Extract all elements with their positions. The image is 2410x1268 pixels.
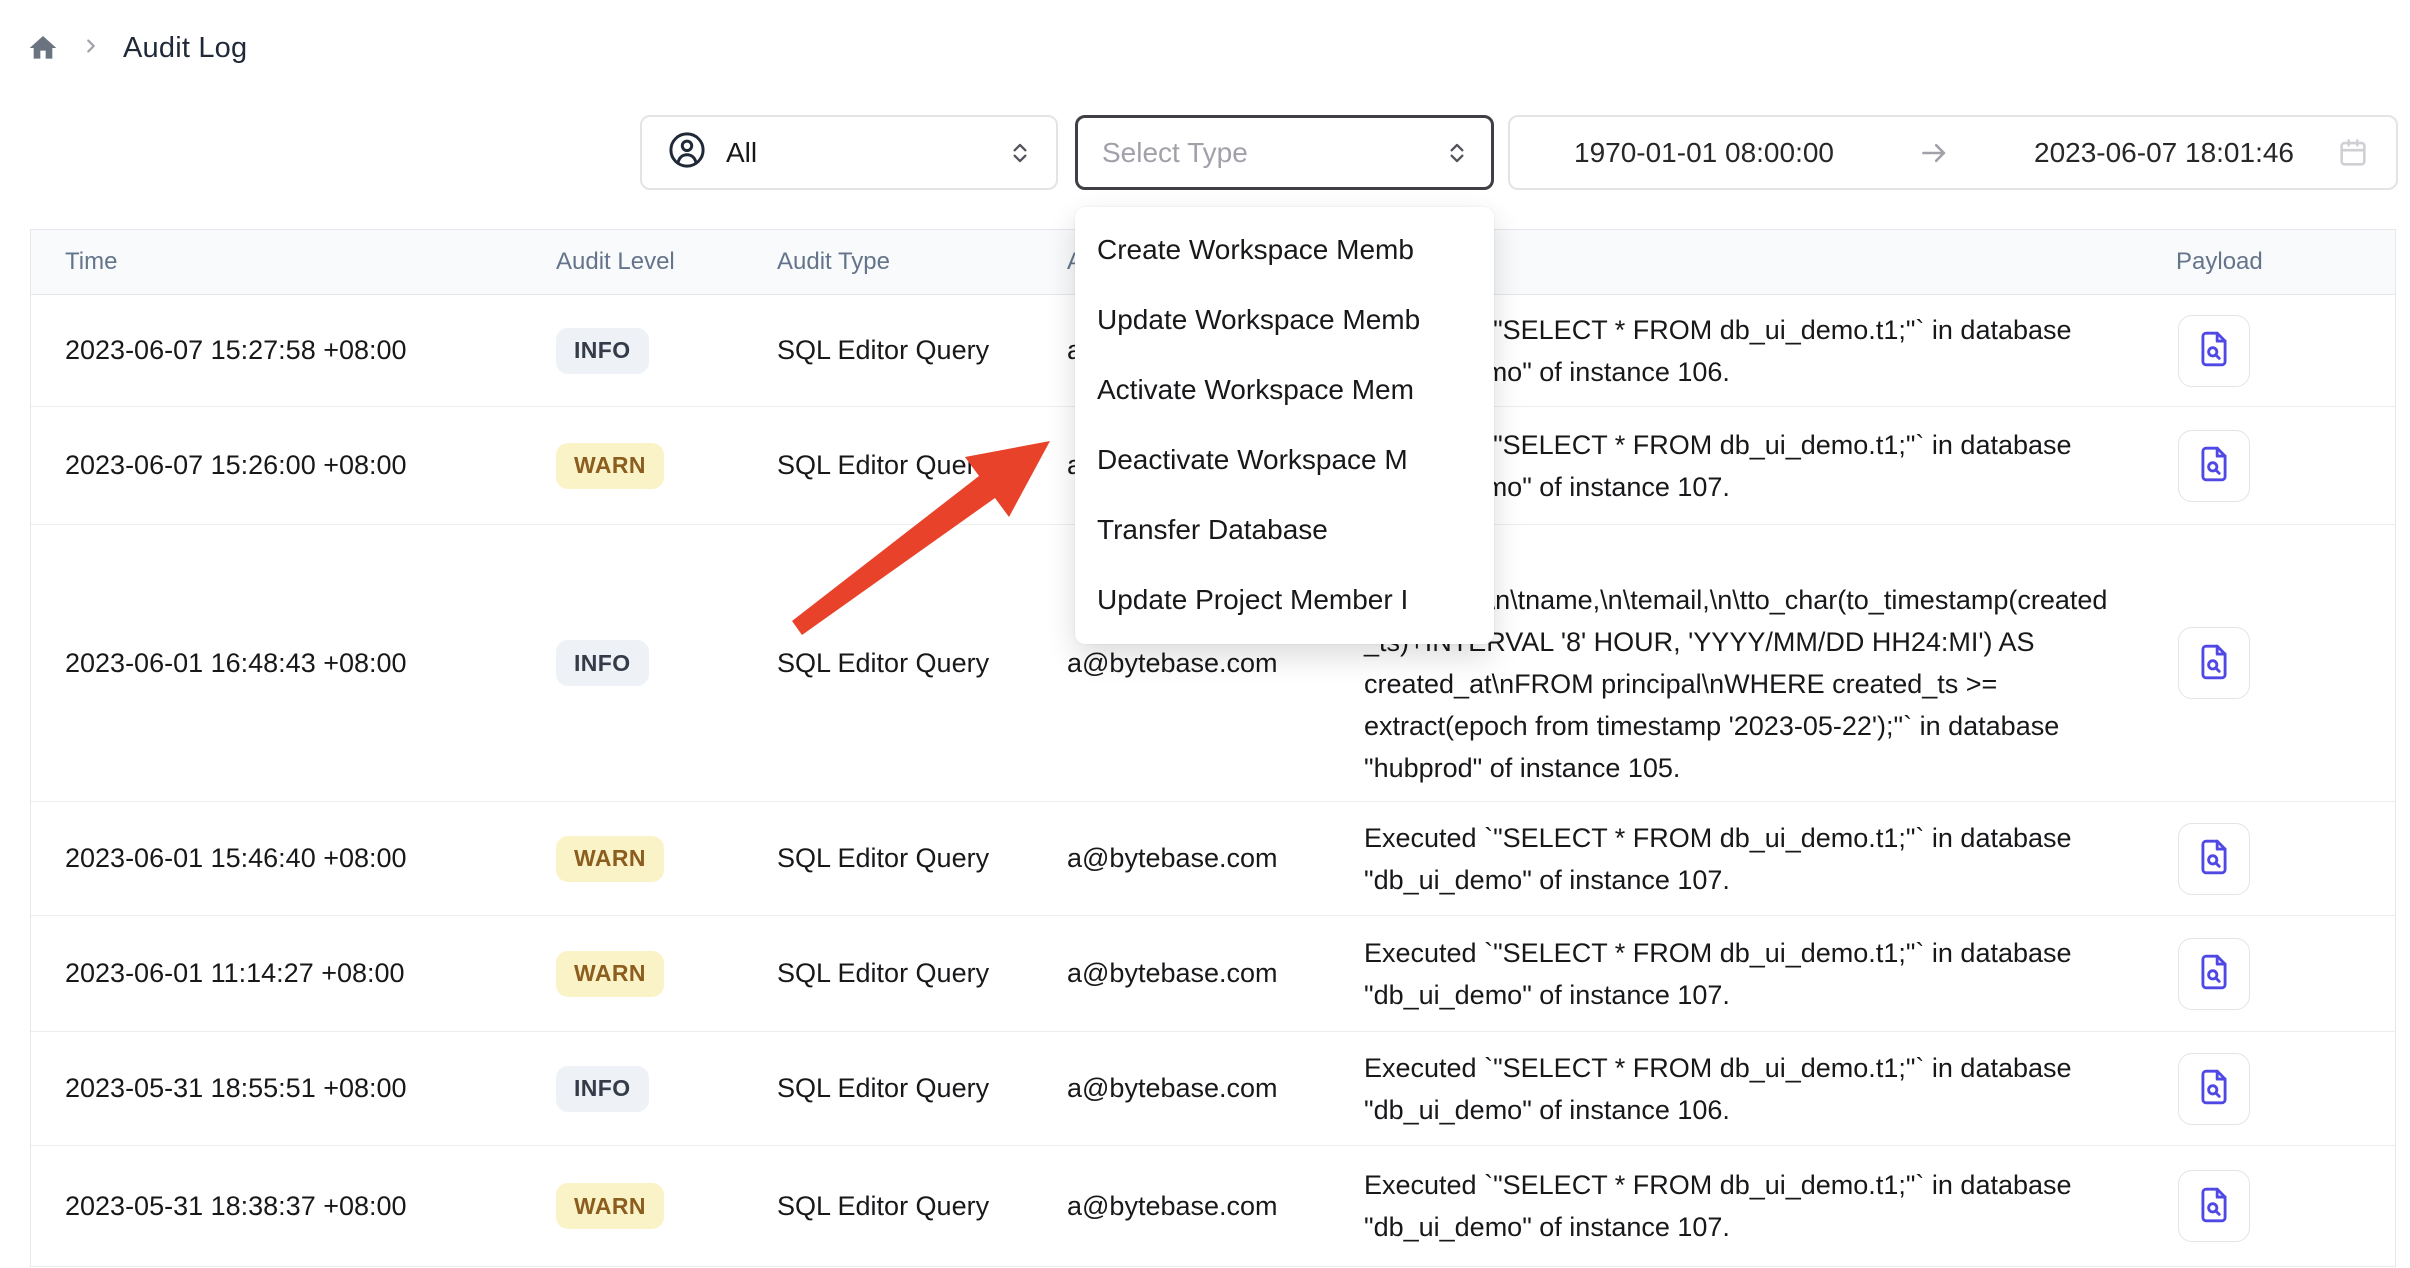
file-search-icon bbox=[2195, 445, 2233, 486]
column-header-payload: Payload bbox=[2134, 248, 2395, 276]
audit-level-badge: WARN bbox=[556, 443, 664, 489]
cell-time: 2023-06-01 15:46:40 +08:00 bbox=[31, 843, 556, 874]
user-circle-icon bbox=[666, 129, 708, 176]
view-payload-button[interactable] bbox=[2178, 1170, 2250, 1242]
cell-audit-type: SQL Editor Query bbox=[777, 843, 1067, 874]
actor-filter-value: All bbox=[726, 137, 757, 169]
cell-time: 2023-06-01 16:48:43 +08:00 bbox=[31, 648, 556, 679]
audit-level-badge: INFO bbox=[556, 640, 649, 686]
dropdown-option[interactable]: Create Workspace Memb bbox=[1075, 215, 1494, 285]
cell-comment: Executed `"SELECT * FROM db_ui_demo.t1;"… bbox=[1364, 1152, 2134, 1260]
date-range-end: 2023-06-07 18:01:46 bbox=[2034, 137, 2294, 169]
cell-time: 2023-06-01 11:14:27 +08:00 bbox=[31, 958, 556, 989]
cell-audit-type: SQL Editor Query bbox=[777, 648, 1067, 679]
type-dropdown: Create Workspace MembUpdate Workspace Me… bbox=[1075, 207, 1494, 644]
audit-level-badge: WARN bbox=[556, 951, 664, 997]
view-payload-button[interactable] bbox=[2178, 1053, 2250, 1125]
cell-audit-type: SQL Editor Query bbox=[777, 958, 1067, 989]
cell-audit-type: SQL Editor Query bbox=[777, 1073, 1067, 1104]
table-row: 2023-06-01 11:14:27 +08:00 WARN SQL Edit… bbox=[31, 916, 2395, 1032]
page-title: Audit Log bbox=[123, 32, 247, 65]
audit-level-badge: WARN bbox=[556, 836, 664, 882]
cell-actor: a@bytebase.com bbox=[1067, 958, 1364, 989]
cell-time: 2023-05-31 18:38:37 +08:00 bbox=[31, 1191, 556, 1222]
file-search-icon bbox=[2195, 953, 2233, 994]
file-search-icon bbox=[2195, 838, 2233, 879]
file-search-icon bbox=[2195, 330, 2233, 371]
file-search-icon bbox=[2195, 1186, 2233, 1227]
view-payload-button[interactable] bbox=[2178, 627, 2250, 699]
cell-comment: Executed `"SELECT * FROM db_ui_demo.t1;"… bbox=[1364, 920, 2134, 1028]
file-search-icon bbox=[2195, 643, 2233, 684]
cell-time: 2023-06-07 15:26:00 +08:00 bbox=[31, 450, 556, 481]
dropdown-option[interactable]: Transfer Database bbox=[1075, 495, 1494, 565]
cell-actor: a@bytebase.com bbox=[1067, 648, 1364, 679]
cell-actor: a@bytebase.com bbox=[1067, 843, 1364, 874]
dropdown-option[interactable]: Deactivate Workspace M bbox=[1075, 425, 1494, 495]
calendar-icon[interactable] bbox=[2336, 136, 2370, 170]
cell-time: 2023-05-31 18:55:51 +08:00 bbox=[31, 1073, 556, 1104]
home-icon[interactable] bbox=[27, 32, 59, 64]
view-payload-button[interactable] bbox=[2178, 430, 2250, 502]
cell-actor: a@bytebase.com bbox=[1067, 1191, 1364, 1222]
dropdown-option[interactable]: Update Workspace Memb bbox=[1075, 285, 1494, 355]
view-payload-button[interactable] bbox=[2178, 315, 2250, 387]
date-range-start: 1970-01-01 08:00:00 bbox=[1574, 137, 1834, 169]
file-search-icon bbox=[2195, 1068, 2233, 1109]
cell-audit-type: SQL Editor Query bbox=[777, 450, 1067, 481]
audit-type-placeholder: Select Type bbox=[1102, 137, 1248, 169]
actor-filter-select[interactable]: All bbox=[640, 115, 1058, 190]
column-header-time: Time bbox=[31, 248, 556, 276]
column-header-audit-level: Audit Level bbox=[556, 248, 777, 276]
table-row: 2023-05-31 18:55:51 +08:00 INFO SQL Edit… bbox=[31, 1032, 2395, 1146]
dropdown-option[interactable]: Activate Workspace Mem bbox=[1075, 355, 1494, 425]
view-payload-button[interactable] bbox=[2178, 938, 2250, 1010]
date-range-picker[interactable]: 1970-01-01 08:00:00 2023-06-07 18:01:46 bbox=[1508, 115, 2398, 190]
chevron-up-down-icon bbox=[1006, 139, 1034, 167]
dropdown-option[interactable]: Update Project Member I bbox=[1075, 565, 1494, 635]
chevron-up-down-icon bbox=[1443, 139, 1471, 167]
arrow-right-icon bbox=[1917, 136, 1951, 170]
view-payload-button[interactable] bbox=[2178, 823, 2250, 895]
cell-actor: a@bytebase.com bbox=[1067, 1073, 1364, 1104]
audit-level-badge: WARN bbox=[556, 1183, 664, 1229]
chevron-right-icon bbox=[81, 36, 101, 61]
audit-type-select[interactable]: Select Type bbox=[1075, 115, 1494, 190]
column-header-audit-type: Audit Type bbox=[777, 248, 1067, 276]
cell-comment: Executed `"SELECT * FROM db_ui_demo.t1;"… bbox=[1364, 805, 2134, 913]
cell-audit-type: SQL Editor Query bbox=[777, 1191, 1067, 1222]
table-row: 2023-05-31 18:38:37 +08:00 WARN SQL Edit… bbox=[31, 1146, 2395, 1267]
table-row: 2023-06-01 15:46:40 +08:00 WARN SQL Edit… bbox=[31, 802, 2395, 916]
cell-comment: Executed `"SELECT * FROM db_ui_demo.t1;"… bbox=[1364, 1035, 2134, 1143]
audit-level-badge: INFO bbox=[556, 1066, 649, 1112]
audit-level-badge: INFO bbox=[556, 328, 649, 374]
cell-audit-type: SQL Editor Query bbox=[777, 335, 1067, 366]
breadcrumb: Audit Log bbox=[27, 26, 247, 70]
cell-time: 2023-06-07 15:27:58 +08:00 bbox=[31, 335, 556, 366]
